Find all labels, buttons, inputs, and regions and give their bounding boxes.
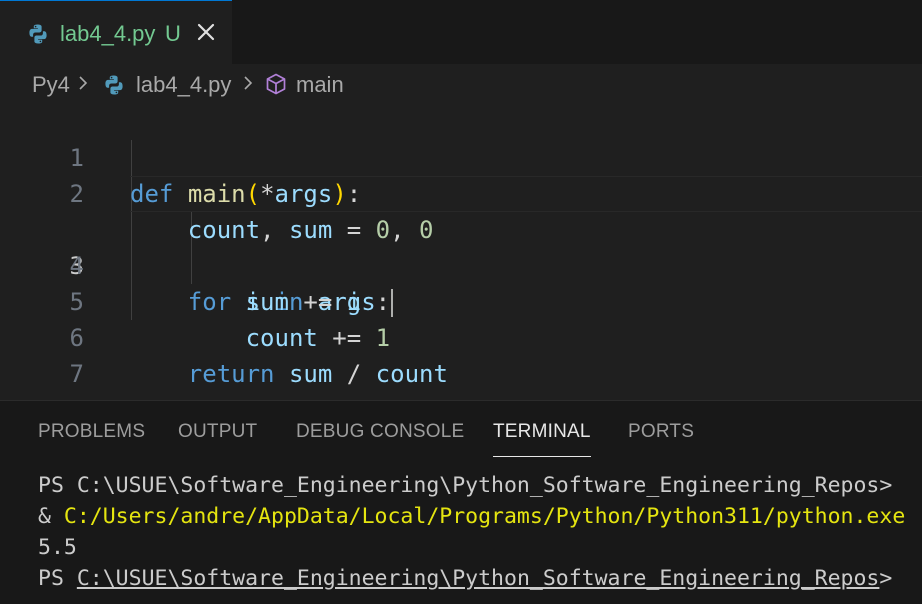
code-line-7[interactable]: 7 — [0, 320, 922, 388]
editor-tab-lab4_4[interactable]: lab4_4.py U — [0, 0, 232, 64]
terminal-result-line: 5.5 — [38, 535, 77, 560]
terminal-command-line: & C:/Users/andre/AppData/Local/Programs/… — [38, 501, 905, 532]
tab-problems[interactable]: PROBLEMS — [38, 421, 145, 443]
python-icon — [105, 75, 123, 95]
tab-output[interactable]: OUTPUT — [178, 421, 257, 443]
prompt-suffix: > — [879, 566, 893, 591]
tab-file-name: lab4_4.py — [60, 21, 156, 46]
breadcrumb-folder[interactable]: Py4 — [32, 72, 70, 98]
tab-terminal[interactable]: TERMINAL — [493, 421, 591, 457]
code-line-8[interactable]: 8 print(main(1, 2, 3, 4, 5, 6, 7, 8, 9, … — [0, 356, 922, 460]
bottom-panel: PROBLEMS OUTPUT DEBUG CONSOLE TERMINAL P… — [0, 400, 922, 604]
tab-ports[interactable]: PORTS — [628, 421, 694, 443]
code-line-4[interactable]: 4 sum += i — [0, 212, 922, 316]
python-icon — [29, 24, 47, 44]
code-line-3[interactable]: 3 for i in args: — [0, 176, 922, 317]
prompt-path-link[interactable]: C:\USUE\Software_Engineering\Python_Soft… — [77, 566, 880, 591]
terminal-prompt-line-2: PS C:\USUE\Software_Engineering\Python_S… — [38, 563, 892, 594]
breadcrumb: Py4 lab4_4.py main — [0, 64, 922, 104]
active-tab-underline — [493, 456, 591, 457]
tab-git-status-badge: U — [165, 21, 181, 46]
prompt-prefix: PS — [38, 566, 77, 591]
cube-icon — [266, 73, 286, 95]
tab-terminal-label: TERMINAL — [493, 421, 591, 442]
tab-debug-console[interactable]: DEBUG CONSOLE — [296, 421, 464, 443]
current-line-highlight — [130, 176, 922, 212]
code-line-6[interactable]: 6 return sum / count — [0, 284, 922, 388]
close-icon[interactable] — [194, 20, 218, 44]
editor-tab-bar: lab4_4.py U — [0, 0, 922, 64]
code-editor[interactable]: 1 def main(*args): 2 count, sum = 0, 0 3… — [0, 104, 922, 485]
python-exe-path[interactable]: C:/Users/andre/AppData/Local/Programs/Py… — [64, 504, 905, 529]
command-operator: & — [38, 504, 64, 529]
breadcrumb-symbol[interactable]: main — [296, 72, 344, 98]
code-line-2[interactable]: 2 count, sum = 0, 0 — [0, 140, 922, 244]
code-line-5[interactable]: 5 count += 1 — [0, 248, 922, 352]
code-line-1[interactable]: 1 def main(*args): — [0, 104, 922, 208]
terminal-prompt-line: PS C:\USUE\Software_Engineering\Python_S… — [38, 473, 893, 498]
breadcrumb-file[interactable]: lab4_4.py — [136, 72, 231, 98]
chevron-right-icon — [79, 76, 88, 90]
chevron-right-icon — [244, 76, 253, 90]
